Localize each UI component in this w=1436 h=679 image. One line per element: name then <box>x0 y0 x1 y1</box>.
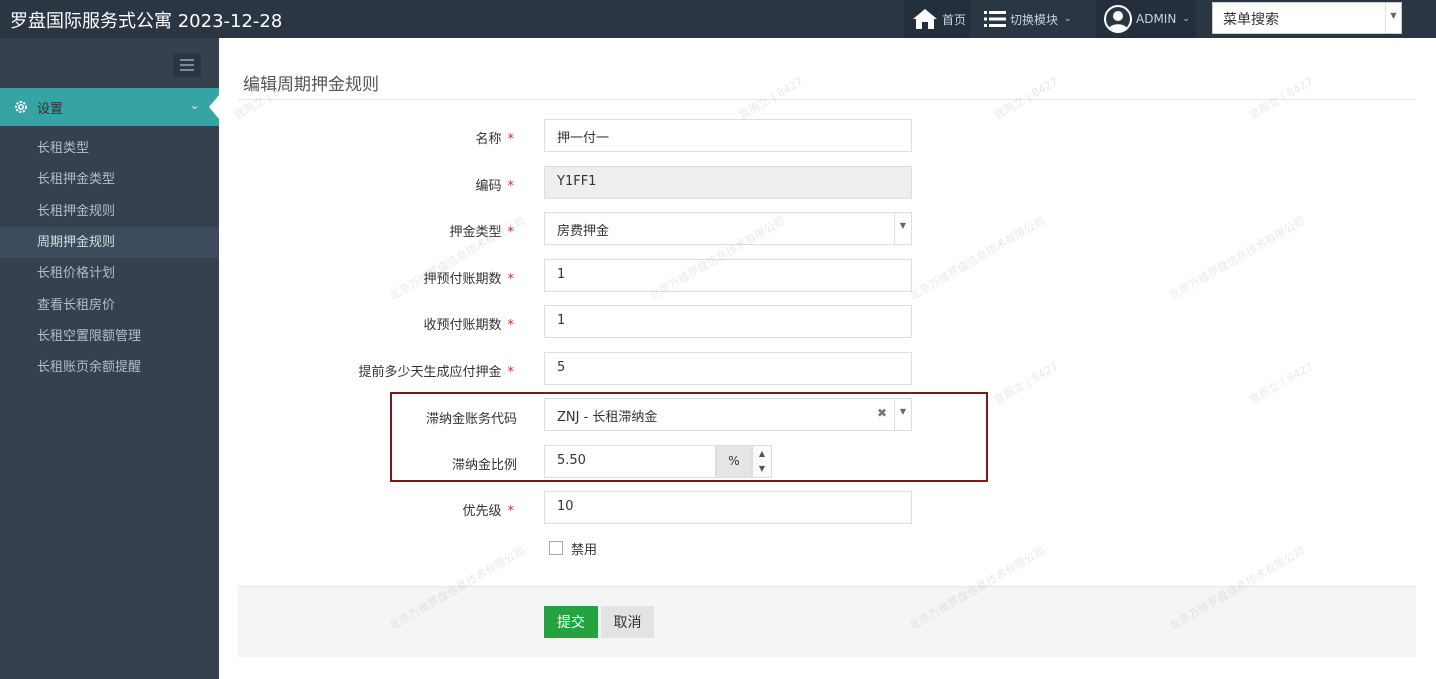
sidebar-item-long-rent-deposit-type[interactable]: 长租押金类型 <box>0 164 219 195</box>
sidebar-item-long-rent-type[interactable]: 长租类型 <box>0 133 219 164</box>
code-input: Y1FF1 <box>544 166 912 199</box>
name-label: 名称 * <box>475 132 514 147</box>
late-fee-code-select[interactable]: ZNJ - 长租滞纳金 ✖ ▼ <box>544 398 912 431</box>
percent-addon: % <box>716 445 752 478</box>
advance-days-label: 提前多少天生成应付押金 * <box>358 365 514 380</box>
watermark: 宫雨立 | 8427 <box>991 359 1061 407</box>
name-input[interactable]: 押一付一 <box>544 119 912 152</box>
late-fee-ratio-value: 5.50 <box>557 453 586 468</box>
priority-input[interactable]: 10 <box>544 491 912 524</box>
chevron-down-icon: ⌄ <box>1064 14 1072 24</box>
clear-icon[interactable]: ✖ <box>877 406 887 420</box>
code-label: 编码 * <box>475 179 514 194</box>
deposit-type-value: 房费押金 <box>557 224 610 239</box>
gear-icon <box>13 99 29 115</box>
deposit-periods-label: 押预付账期数 * <box>423 272 514 287</box>
user-label: ADMIN <box>1136 12 1177 26</box>
chevron-down-icon: ⌄ <box>1182 14 1190 24</box>
watermark: 北京万维罗盘信息技术有限公司 <box>1167 214 1308 303</box>
deposit-periods-input[interactable]: 1 <box>544 259 912 292</box>
list-icon <box>984 10 1006 28</box>
deposit-type-label: 押金类型 * <box>449 225 514 240</box>
deposit-periods-value: 1 <box>557 267 566 282</box>
advance-days-value: 5 <box>557 360 566 375</box>
code-value: Y1FF1 <box>557 174 597 189</box>
title-divider <box>238 99 1416 100</box>
priority-label: 优先级 * <box>462 504 514 519</box>
switch-module-label: 切换模块 <box>1010 12 1059 27</box>
prepay-periods-label: 收预付账期数 * <box>423 318 514 333</box>
sidebar-section-label: 设置 <box>37 102 64 117</box>
late-fee-code-label: 滞纳金账务代码 <box>425 412 517 427</box>
home-icon <box>912 7 938 31</box>
user-avatar-icon <box>1104 5 1132 33</box>
name-value: 押一付一 <box>557 131 610 146</box>
ratio-spinner[interactable]: ▲ ▼ <box>752 445 772 478</box>
watermark: 宫雨立 | 8427 <box>736 74 806 122</box>
sidebar-item-long-rent-price-plan[interactable]: 长租价格计划 <box>0 258 219 289</box>
late-fee-ratio-label: 滞纳金比例 <box>451 458 517 473</box>
menu-search-select[interactable]: 菜单搜索 ▼ <box>1212 2 1402 34</box>
form-actions-bar <box>238 586 1416 657</box>
home-label: 首页 <box>942 12 967 27</box>
watermark: 北京万维罗盘信息技术有限公司 <box>907 214 1048 303</box>
spin-down-icon[interactable]: ▼ <box>753 461 771 476</box>
disabled-label[interactable]: 禁用 <box>571 539 597 558</box>
cancel-button[interactable]: 取消 <box>601 606 654 638</box>
watermark: 宫雨立 | 8427 <box>1246 74 1316 122</box>
sidebar-section-settings[interactable]: 设置 ⌄ <box>0 88 219 126</box>
user-menu[interactable]: ADMIN ⌄ <box>1096 0 1196 38</box>
sidebar: 设置 ⌄ 长租类型 长租押金类型 长租押金规则 周期押金规则 长租价格计划 查看… <box>0 38 219 679</box>
prepay-periods-value: 1 <box>557 313 566 328</box>
menu-search-value: 菜单搜索 <box>1223 12 1279 28</box>
priority-value: 10 <box>557 499 574 514</box>
sidebar-item-balance-reminder[interactable]: 长租账页余额提醒 <box>0 352 219 383</box>
late-fee-code-value: ZNJ - 长租滞纳金 <box>557 410 658 425</box>
top-navbar: 罗盘国际服务式公寓 2023-12-28 首页 切换模块 ⌄ ADMIN ⌄ 菜… <box>0 0 1436 38</box>
sidebar-item-long-rent-deposit-rule[interactable]: 长租押金规则 <box>0 196 219 227</box>
active-indicator <box>209 95 219 119</box>
sidebar-item-view-long-rent-price[interactable]: 查看长租房价 <box>0 290 219 321</box>
dropdown-arrow-icon[interactable]: ▼ <box>894 399 911 430</box>
prepay-periods-input[interactable]: 1 <box>544 305 912 338</box>
watermark: 宫雨立 | 8427 <box>1246 359 1316 407</box>
disabled-checkbox[interactable] <box>549 541 563 555</box>
home-link[interactable]: 首页 <box>904 0 970 38</box>
dropdown-arrow-icon[interactable]: ▼ <box>1385 3 1401 33</box>
page-title: 编辑周期押金规则 <box>243 75 379 95</box>
sidebar-item-periodic-deposit-rule[interactable]: 周期押金规则 <box>0 227 219 258</box>
switch-module-menu[interactable]: 切换模块 ⌄ <box>976 0 1086 38</box>
advance-days-input[interactable]: 5 <box>544 352 912 385</box>
late-fee-ratio-input[interactable]: 5.50 <box>544 445 716 478</box>
watermark: 宫雨立 | 8427 <box>991 74 1061 122</box>
app-title: 罗盘国际服务式公寓 2023-12-28 <box>10 11 283 32</box>
spin-up-icon[interactable]: ▲ <box>753 446 771 461</box>
dropdown-arrow-icon[interactable]: ▼ <box>894 213 911 244</box>
chevron-down-icon: ⌄ <box>190 99 200 112</box>
sidebar-item-vacancy-limit[interactable]: 长租空置限额管理 <box>0 321 219 352</box>
deposit-type-select[interactable]: 房费押金 ▼ <box>544 212 912 245</box>
sidebar-toggle-button[interactable] <box>173 53 201 77</box>
submit-button[interactable]: 提交 <box>544 606 598 638</box>
